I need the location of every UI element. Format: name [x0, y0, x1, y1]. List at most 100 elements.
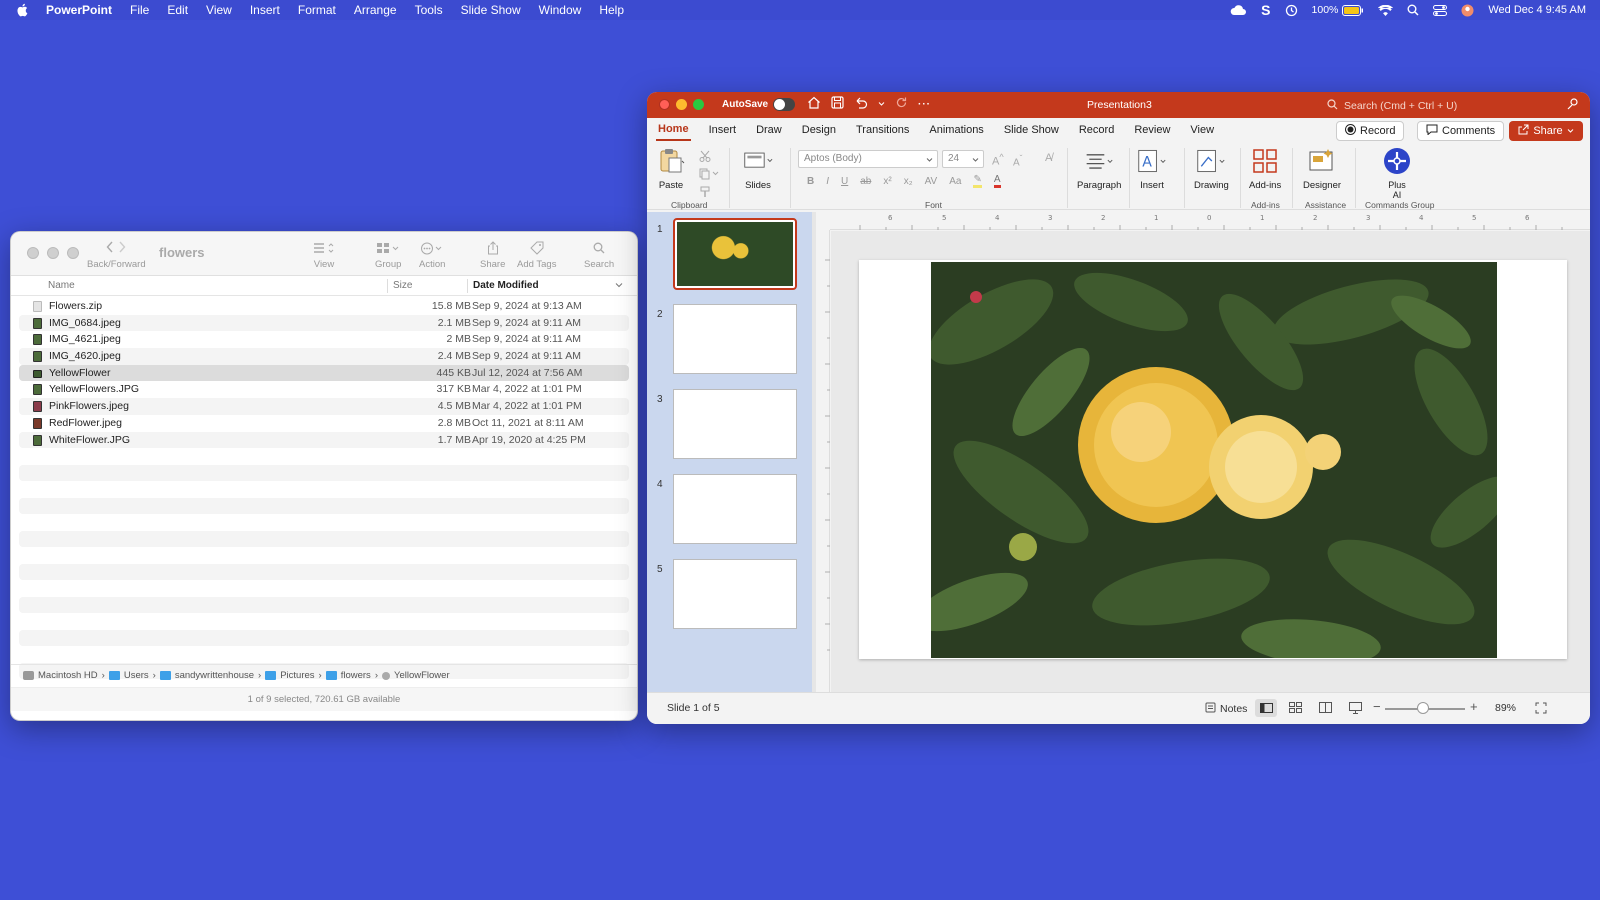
add-ins-button[interactable]: Add-ins [1249, 146, 1281, 191]
chevron-right-icon[interactable] [118, 241, 126, 256]
file-row[interactable]: IMG_0684.jpeg 2.1 MB Sep 9, 2024 at 9:11 A… [19, 314, 629, 332]
tab-record[interactable]: Record [1077, 120, 1116, 140]
chevron-left-icon[interactable] [106, 241, 114, 256]
tab-draw[interactable]: Draw [754, 120, 784, 140]
file-row[interactable]: Flowers.zip 15.8 MB Sep 9, 2024 at 9:13 AM [19, 298, 629, 315]
yellow-flower-photo[interactable] [931, 262, 1497, 658]
chevron-down-icon[interactable] [615, 280, 623, 293]
chevron-down-icon[interactable] [878, 99, 885, 110]
character-spacing-icon[interactable]: AV [925, 176, 938, 187]
tab-home[interactable]: Home [656, 119, 691, 141]
pane-splitter[interactable] [812, 212, 816, 692]
record-button[interactable]: Record [1336, 121, 1405, 141]
wifi-icon[interactable] [1378, 4, 1394, 16]
group-button[interactable]: Group [375, 240, 401, 270]
apple-icon[interactable] [16, 2, 32, 18]
path-item[interactable]: YellowFlower [381, 670, 450, 681]
path-item[interactable]: Pictures [265, 670, 315, 681]
font-size-select[interactable]: 24 [942, 150, 984, 168]
drawing-button[interactable]: Drawing [1194, 146, 1229, 191]
column-name[interactable]: Name [48, 280, 75, 291]
slides-button[interactable]: Slides [743, 146, 773, 191]
path-item[interactable]: Users [108, 670, 149, 681]
tab-animations[interactable]: Animations [927, 120, 985, 140]
column-divider[interactable] [467, 279, 468, 293]
file-row[interactable]: YellowFlowers.JPG 317 KB Mar 4, 2022 at 1:… [19, 381, 629, 398]
slide-sorter-icon[interactable] [1289, 702, 1302, 716]
time-machine-icon[interactable] [1285, 4, 1298, 17]
tab-transitions[interactable]: Transitions [854, 120, 911, 140]
tab-design[interactable]: Design [800, 120, 838, 140]
superscript-icon[interactable]: x² [883, 176, 891, 187]
menu-edit[interactable]: Edit [167, 3, 188, 17]
cut-icon[interactable] [699, 150, 711, 165]
highlight-icon[interactable]: ✎ [973, 174, 982, 188]
search-button[interactable]: Search [584, 240, 614, 270]
zoom-button[interactable] [693, 99, 704, 110]
ppt-search-box[interactable]: Search (Cmd + Ctrl + U) [1327, 99, 1457, 113]
current-slide[interactable] [859, 260, 1567, 659]
menu-slide-show[interactable]: Slide Show [461, 3, 521, 17]
menu-file[interactable]: File [130, 3, 149, 17]
reading-view-icon[interactable] [1319, 702, 1332, 716]
back-forward-control[interactable]: Back/Forward [87, 240, 146, 270]
normal-view-icon[interactable] [1255, 699, 1277, 717]
fit-to-window-icon[interactable] [1535, 702, 1547, 717]
zoom-button[interactable] [67, 247, 79, 259]
file-row-selected[interactable]: YellowFlower 445 KB Jul 12, 2024 at 7:56 A… [19, 364, 629, 382]
path-item[interactable]: flowers [325, 670, 371, 681]
home-icon[interactable] [807, 96, 821, 112]
clock-datetime[interactable]: Wed Dec 4 9:45 AM [1488, 4, 1586, 16]
insert-button[interactable]: A Insert [1137, 146, 1167, 191]
minimize-button[interactable] [676, 99, 687, 110]
column-date-modified[interactable]: Date Modified [473, 280, 539, 291]
share-button[interactable]: Share [480, 240, 505, 270]
save-icon[interactable] [831, 96, 844, 112]
slideshow-view-icon[interactable] [1349, 702, 1362, 717]
font-name-select[interactable]: Aptos (Body) [798, 150, 938, 168]
menu-app-name[interactable]: PowerPoint [46, 3, 112, 17]
comments-button[interactable]: Comments [1417, 121, 1505, 141]
cloud-sync-icon[interactable] [1229, 4, 1247, 16]
bold-icon[interactable]: B [807, 176, 814, 187]
menu-help[interactable]: Help [599, 3, 624, 17]
zoom-level[interactable]: 89% [1495, 702, 1516, 714]
plus-ai-button[interactable]: Plus AI [1382, 146, 1412, 200]
battery-status[interactable]: 100% [1312, 4, 1365, 16]
format-painter-icon[interactable] [699, 186, 711, 201]
menu-tools[interactable]: Tools [415, 3, 443, 17]
underline-icon[interactable]: U [841, 176, 848, 187]
italic-icon[interactable]: I [826, 176, 829, 187]
share-button[interactable]: Share [1509, 121, 1583, 141]
slide-thumbnail[interactable] [673, 389, 797, 459]
strikethrough-icon[interactable]: ab [860, 176, 871, 187]
view-button[interactable]: View [313, 240, 335, 270]
more-options-icon[interactable]: ··· [918, 99, 931, 110]
zoom-out-icon[interactable]: − [1373, 699, 1381, 714]
close-button[interactable] [659, 99, 670, 110]
user-avatar-icon[interactable] [1461, 4, 1474, 17]
menu-window[interactable]: Window [539, 3, 582, 17]
file-row[interactable]: RedFlower.jpeg 2.8 MB Oct 11, 2021 at 8:11… [19, 415, 629, 432]
action-button[interactable]: Action [419, 240, 445, 270]
increase-font-icon[interactable]: A^ [992, 152, 1004, 168]
file-row[interactable]: WhiteFlower.JPG 1.7 MB Apr 19, 2020 at 4:2… [19, 431, 629, 449]
collaborate-icon[interactable] [1566, 97, 1580, 114]
paste-button[interactable]: Paste [656, 146, 686, 191]
slide-thumbnail[interactable] [673, 474, 797, 544]
menu-arrange[interactable]: Arrange [354, 3, 397, 17]
slide-thumbnail-selected[interactable] [673, 218, 797, 290]
undo-icon[interactable] [854, 96, 868, 112]
tab-review[interactable]: Review [1132, 120, 1172, 140]
clear-formatting-icon[interactable]: A̸ [1045, 152, 1052, 164]
menu-format[interactable]: Format [298, 3, 336, 17]
add-tags-button[interactable]: Add Tags [517, 240, 556, 270]
column-size[interactable]: Size [393, 280, 412, 291]
font-color-icon[interactable]: A [993, 174, 1001, 188]
slide-editing-area[interactable] [831, 231, 1590, 692]
copy-icon[interactable] [699, 168, 719, 183]
autosave-toggle[interactable] [773, 98, 795, 111]
tab-slide-show[interactable]: Slide Show [1002, 120, 1061, 140]
subscript-icon[interactable]: x₂ [904, 176, 913, 187]
zoom-in-icon[interactable]: + [1470, 699, 1478, 714]
